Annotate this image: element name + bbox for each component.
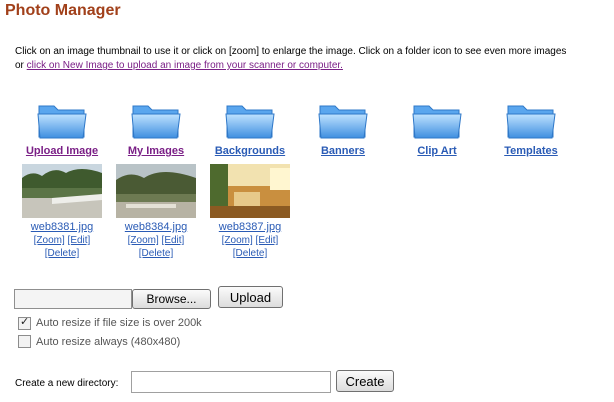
edit-link[interactable]: [Edit] [256, 235, 279, 246]
thumbnail-filename[interactable]: web8387.jpg [210, 221, 290, 234]
instructions-line-2: or click on New Image to upload an image… [15, 59, 613, 73]
folder-icon[interactable] [131, 100, 181, 140]
browse-button[interactable]: Browse... [132, 289, 211, 309]
folder-label-templates[interactable]: Templates [486, 145, 576, 157]
folder-my-images[interactable]: My Images [111, 100, 201, 157]
new-directory-input[interactable] [131, 371, 331, 393]
delete-link[interactable]: [Delete] [233, 248, 267, 259]
thumbnail-item: web8387.jpg [Zoom] [Edit] [Delete] [210, 164, 290, 260]
zoom-link[interactable]: [Zoom] [128, 235, 159, 246]
zoom-link[interactable]: [Zoom] [222, 235, 253, 246]
instructions: Click on an image thumbnail to use it or… [15, 45, 613, 73]
delete-link[interactable]: [Delete] [139, 248, 173, 259]
folder-label-my-images[interactable]: My Images [111, 145, 201, 157]
folder-label-backgrounds[interactable]: Backgrounds [205, 145, 295, 157]
thumbnail-image[interactable] [116, 164, 196, 218]
thumbnail-filename[interactable]: web8384.jpg [116, 221, 196, 234]
folder-label-banners[interactable]: Banners [298, 145, 388, 157]
folder-icon[interactable] [225, 100, 275, 140]
thumbnail-actions: [Zoom] [Edit] [22, 234, 102, 247]
new-directory-label: Create a new directory: [15, 378, 119, 389]
create-button[interactable]: Create [336, 370, 394, 392]
folder-banners[interactable]: Banners [298, 100, 388, 157]
folder-label-upload-image[interactable]: Upload Image [17, 145, 107, 157]
folder-icon[interactable] [506, 100, 556, 140]
thumbnail-actions: [Zoom] [Edit] [116, 234, 196, 247]
file-path-input[interactable] [14, 289, 132, 309]
instructions-prefix: or [15, 60, 27, 71]
resize-over-200k-checkbox[interactable] [18, 315, 31, 330]
resize-always-checkbox[interactable] [18, 335, 31, 348]
folder-upload-image[interactable]: Upload Image [17, 100, 107, 157]
instructions-line-1: Click on an image thumbnail to use it or… [15, 46, 567, 57]
folder-icon[interactable] [318, 100, 368, 140]
thumbnail-item: web8384.jpg [Zoom] [Edit] [Delete] [116, 164, 196, 260]
thumbnail-item: web8381.jpg [Zoom] [Edit] [Delete] [22, 164, 102, 260]
resize-over-200k-label: Auto resize if file size is over 200k [36, 317, 202, 329]
folder-label-clip-art[interactable]: Clip Art [392, 145, 482, 157]
edit-link[interactable]: [Edit] [162, 235, 185, 246]
folder-icon[interactable] [37, 100, 87, 140]
folder-backgrounds[interactable]: Backgrounds [205, 100, 295, 157]
page-title: Photo Manager [5, 2, 121, 19]
thumbnail-image[interactable] [210, 164, 290, 218]
resize-always-label: Auto resize always (480x480) [36, 336, 181, 348]
new-image-link[interactable]: click on New Image to upload an image fr… [27, 60, 343, 71]
folder-icon[interactable] [412, 100, 462, 140]
folder-templates[interactable]: Templates [486, 100, 576, 157]
edit-link[interactable]: [Edit] [68, 235, 91, 246]
upload-button[interactable]: Upload [218, 286, 283, 308]
folder-clip-art[interactable]: Clip Art [392, 100, 482, 157]
delete-link[interactable]: [Delete] [45, 248, 79, 259]
thumbnail-filename[interactable]: web8381.jpg [22, 221, 102, 234]
thumbnail-actions: [Zoom] [Edit] [210, 234, 290, 247]
thumbnail-image[interactable] [22, 164, 102, 218]
zoom-link[interactable]: [Zoom] [34, 235, 65, 246]
